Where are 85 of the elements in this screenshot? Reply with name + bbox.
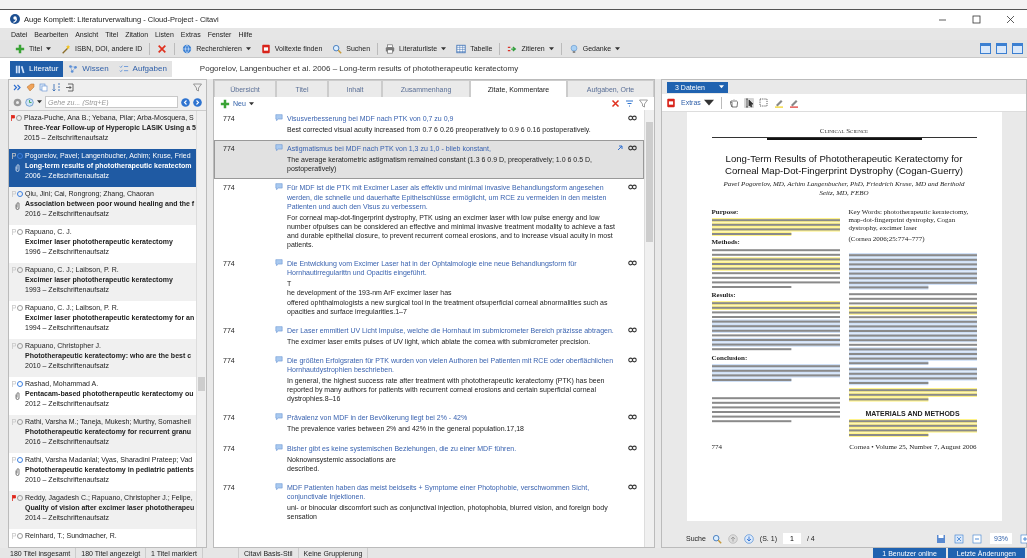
link-icon[interactable]: [628, 326, 637, 333]
flag-icon[interactable]: [11, 153, 16, 159]
tag-icon[interactable]: [26, 82, 35, 92]
link-icon[interactable]: [628, 483, 637, 490]
history-icon[interactable]: [25, 97, 34, 107]
link-icon[interactable]: [628, 444, 637, 451]
expand-icon[interactable]: [13, 82, 22, 92]
previous-icon[interactable]: [727, 533, 738, 544]
search-icon: [332, 43, 343, 54]
link-icon[interactable]: [628, 260, 637, 267]
caret-icon: [248, 101, 254, 106]
close-icon: [1005, 14, 1015, 24]
search-icon: [711, 533, 722, 544]
comment-icon: [275, 183, 283, 191]
highlighter-icon[interactable]: [788, 97, 799, 108]
scrollbar[interactable]: [196, 111, 206, 547]
link-icon[interactable]: [628, 184, 637, 191]
network-icon: [68, 63, 79, 74]
comment-icon: [275, 355, 283, 363]
copy-icon[interactable]: [39, 82, 48, 92]
layout-icon[interactable]: [980, 43, 991, 54]
comment-icon: [275, 413, 283, 421]
sort-icon[interactable]: [52, 82, 61, 92]
highlighter-icon[interactable]: [773, 97, 784, 108]
books-icon: [15, 63, 25, 74]
back-icon[interactable]: [181, 97, 190, 107]
pdf-icon: [666, 97, 676, 108]
link-icon[interactable]: [628, 356, 637, 363]
layout-icon[interactable]: [996, 43, 1007, 54]
jump-arrow-icon[interactable]: [617, 145, 623, 152]
nav-tab[interactable]: Literatur: [10, 60, 64, 77]
caret-icon: [245, 46, 251, 51]
printer-icon: [385, 43, 396, 54]
nav-tab[interactable]: Wissen: [63, 60, 114, 77]
filter-icon[interactable]: [639, 99, 648, 108]
save-icon[interactable]: [936, 533, 946, 544]
area-select-icon[interactable]: [758, 97, 769, 108]
comment-icon: [275, 259, 283, 267]
caret-icon: [45, 46, 51, 51]
fit-page-icon[interactable]: [954, 533, 964, 544]
caret-icon: [548, 46, 554, 51]
comment-icon: [275, 114, 283, 121]
nav-tab[interactable]: Aufgaben: [113, 60, 172, 77]
caret-icon: [703, 97, 714, 108]
lightbulb-icon: [568, 43, 579, 54]
article-title: Long-Term Results of Phototherapeutic Keratectomy for Corneal Map-Dot-Fingerprint Dystrophy (Cogan-Guerry): [724, 153, 964, 176]
maximize-icon: [971, 14, 981, 24]
link-icon[interactable]: [628, 145, 637, 152]
app-logo-icon: [10, 14, 20, 24]
caret-icon: [37, 100, 42, 104]
zoom-out-icon[interactable]: [972, 533, 982, 544]
layout-icon[interactable]: [1012, 43, 1023, 54]
export-icon[interactable]: [65, 82, 74, 92]
filter-icon[interactable]: [193, 82, 202, 92]
scrollbar[interactable]: [644, 110, 654, 547]
plus-icon: [220, 98, 230, 109]
text-select-icon[interactable]: [743, 97, 754, 108]
next-icon[interactable]: [743, 533, 754, 544]
delete-icon: [611, 99, 620, 108]
comment-icon: [275, 482, 283, 490]
caret-icon: [441, 46, 447, 51]
forward-icon[interactable]: [193, 97, 202, 107]
wand-icon: [60, 43, 71, 54]
caret-icon: [718, 85, 724, 89]
zoom-in-icon[interactable]: [1020, 533, 1027, 544]
flag-icon[interactable]: [11, 115, 16, 121]
checklist-icon: [118, 63, 129, 74]
comment-icon: [275, 325, 283, 333]
flag-icon[interactable]: [11, 495, 16, 501]
paperclip-icon[interactable]: [14, 392, 20, 400]
link-icon[interactable]: [628, 115, 637, 121]
comment-icon: [275, 144, 283, 152]
table-icon: [456, 43, 467, 54]
sort-icon[interactable]: [625, 99, 634, 108]
caret-icon: [615, 46, 621, 51]
paperclip-icon[interactable]: [14, 468, 20, 476]
globe-icon: [182, 43, 193, 54]
settings-icon[interactable]: [13, 97, 22, 107]
comment-icon: [275, 443, 283, 451]
link-icon[interactable]: [628, 414, 637, 421]
pdf-icon: [260, 43, 271, 54]
delete-icon: [157, 43, 168, 54]
plus-icon: [15, 43, 25, 54]
reference-title: Pogorelov, Langenbucher et al. 2006 – Long-term results of phototherapeutic keratectomy: [199, 64, 519, 73]
paperclip-icon[interactable]: [14, 202, 20, 210]
